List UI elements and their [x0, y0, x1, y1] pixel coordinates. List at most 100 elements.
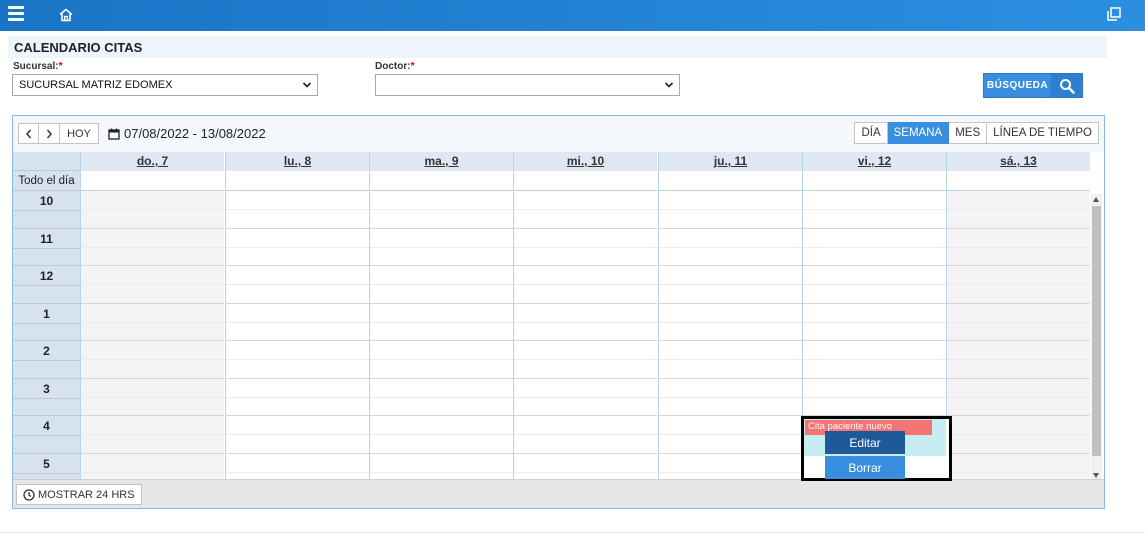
time-slot[interactable] — [80, 191, 224, 229]
show-24-hours-button[interactable]: MOSTRAR 24 HRS — [16, 484, 142, 505]
time-slot[interactable] — [80, 303, 224, 341]
all-day-cell[interactable] — [513, 171, 657, 191]
page-title-bar — [8, 36, 1107, 58]
time-slot[interactable] — [946, 378, 1090, 416]
day-header[interactable]: sá., 13 — [946, 152, 1090, 171]
half-hour-divider — [13, 322, 80, 324]
sucursal-select[interactable]: SUCURSAL MATRIZ EDOMEX — [12, 74, 318, 96]
day-header-label: lu., 8 — [283, 154, 312, 168]
prev-week-button[interactable] — [18, 123, 39, 144]
time-slot[interactable] — [802, 191, 946, 229]
time-slot[interactable] — [946, 191, 1090, 229]
time-slot[interactable] — [513, 228, 657, 266]
half-hour-divider — [947, 434, 1090, 435]
half-hour-divider — [81, 246, 224, 248]
day-header[interactable]: vi., 12 — [802, 152, 946, 171]
time-slot[interactable] — [513, 378, 657, 416]
time-slot[interactable] — [80, 228, 224, 266]
time-slot[interactable] — [225, 228, 369, 266]
all-day-cell[interactable] — [80, 171, 224, 191]
doctor-select[interactable] — [375, 74, 680, 96]
half-hour-divider — [514, 321, 657, 323]
time-slot[interactable] — [802, 303, 946, 341]
view-timeline-button[interactable]: LÍNEA DE TIEMPO — [987, 122, 1099, 144]
time-slot[interactable] — [658, 416, 802, 454]
time-slot[interactable] — [369, 378, 513, 416]
time-slot[interactable] — [369, 191, 513, 229]
scroll-up-arrow[interactable] — [1093, 197, 1099, 202]
half-hour-divider — [947, 284, 1090, 285]
time-slot[interactable] — [80, 378, 224, 416]
time-slot[interactable] — [946, 303, 1090, 341]
search-button[interactable]: BÚSQUEDA — [983, 73, 1083, 98]
restore-window-icon[interactable] — [1107, 7, 1123, 23]
time-slot[interactable] — [80, 416, 224, 454]
time-slot[interactable] — [513, 416, 657, 454]
time-slot[interactable] — [225, 416, 369, 454]
time-slot[interactable] — [802, 266, 946, 304]
time-slot[interactable] — [80, 341, 224, 379]
page-bottom-divider — [0, 532, 1145, 533]
time-slot[interactable] — [513, 191, 657, 229]
time-slot[interactable] — [369, 303, 513, 341]
time-slot[interactable] — [225, 191, 369, 229]
scroll-thumb[interactable] — [1092, 206, 1101, 456]
time-slot[interactable] — [513, 266, 657, 304]
day-header[interactable]: ju., 11 — [658, 152, 802, 171]
sucursal-select-value: SUCURSAL MATRIZ EDOMEX — [19, 79, 173, 91]
time-slot[interactable] — [658, 228, 802, 266]
edit-event-button[interactable]: Editar — [825, 431, 905, 454]
time-slot[interactable] — [80, 266, 224, 304]
today-button[interactable]: HOY — [60, 123, 99, 144]
clock-icon — [23, 488, 35, 501]
top-bar — [0, 0, 1145, 31]
half-hour-divider — [514, 284, 657, 285]
hamburger-menu-icon[interactable] — [8, 6, 24, 24]
time-slot[interactable] — [946, 341, 1090, 379]
time-slot[interactable] — [369, 266, 513, 304]
view-week-button[interactable]: SEMANA — [887, 122, 950, 144]
view-month-button[interactable]: MES — [949, 122, 988, 144]
all-day-cell[interactable] — [225, 171, 369, 191]
time-slot[interactable] — [658, 341, 802, 379]
time-slot[interactable] — [369, 416, 513, 454]
calendar-toolbar: HOY 07/08/2022 - 13/08/2022 DÍA SEMANA M… — [13, 116, 1104, 152]
day-header[interactable]: mi., 10 — [513, 152, 657, 171]
time-slot[interactable] — [369, 341, 513, 379]
time-slot[interactable] — [225, 341, 369, 379]
half-hour-divider — [803, 396, 946, 398]
time-slot[interactable] — [225, 378, 369, 416]
scroll-down-arrow[interactable] — [1093, 473, 1099, 478]
time-slot[interactable] — [946, 266, 1090, 304]
all-day-cell[interactable] — [946, 171, 1090, 191]
view-day-button[interactable]: DÍA — [854, 122, 888, 144]
time-slot[interactable] — [658, 378, 802, 416]
half-hour-divider — [803, 321, 946, 323]
time-slot[interactable] — [225, 303, 369, 341]
date-range: 07/08/2022 - 13/08/2022 — [108, 126, 266, 141]
day-header[interactable]: ma., 9 — [369, 152, 513, 171]
time-slot[interactable] — [225, 266, 369, 304]
time-slot[interactable] — [946, 416, 1090, 454]
delete-event-button[interactable]: Borrar — [825, 456, 905, 479]
time-slot[interactable] — [658, 266, 802, 304]
home-icon[interactable] — [58, 7, 76, 25]
calendar-scrollbar[interactable] — [1091, 194, 1102, 481]
search-icon — [1051, 74, 1082, 97]
time-slot[interactable] — [513, 341, 657, 379]
all-day-cell[interactable] — [369, 171, 513, 191]
half-hour-divider — [659, 471, 802, 473]
time-slot[interactable] — [658, 191, 802, 229]
time-slot[interactable] — [802, 378, 946, 416]
time-slot[interactable] — [369, 228, 513, 266]
time-slot[interactable] — [513, 303, 657, 341]
time-slot[interactable] — [802, 341, 946, 379]
day-header[interactable]: lu., 8 — [225, 152, 369, 171]
next-week-button[interactable] — [39, 123, 60, 144]
all-day-cell[interactable] — [658, 171, 802, 191]
all-day-cell[interactable] — [802, 171, 946, 191]
time-slot[interactable] — [658, 303, 802, 341]
time-slot[interactable] — [802, 228, 946, 266]
day-header[interactable]: do., 7 — [80, 152, 224, 171]
time-slot[interactable] — [946, 228, 1090, 266]
